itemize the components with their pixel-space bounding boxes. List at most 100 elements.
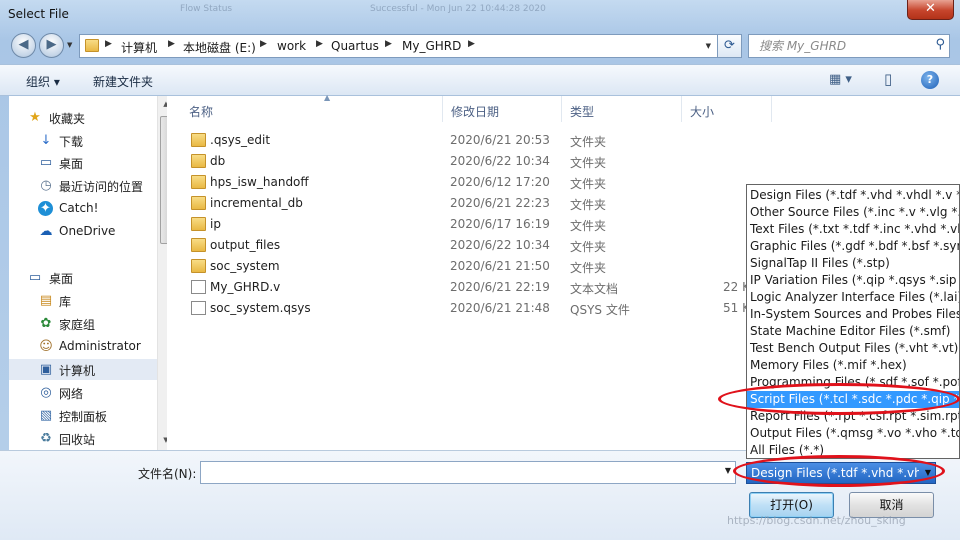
desktop-icon: ▭ — [39, 155, 53, 170]
watermark: https://blog.csdn.net/zhou_sking — [727, 514, 906, 527]
file-name: .qsys_edit — [210, 133, 271, 147]
column-header-type[interactable]: 类型 — [562, 96, 682, 122]
file-date: 2020/6/21 20:53 — [450, 133, 550, 147]
sidebar-item-label: 桌面 — [59, 157, 84, 171]
column-header-name[interactable]: 名称 ▲ — [181, 93, 443, 122]
library-icon: ▤ — [39, 293, 53, 308]
refresh-icon: ⟳ — [724, 38, 735, 53]
file-row[interactable]: db 2020/6/22 10:34 文件夹 — [181, 151, 941, 172]
file-date: 2020/6/21 22:19 — [450, 280, 550, 294]
filter-option[interactable]: Graphic Files (*.gdf *.bdf *.bsf *.sym) — [747, 238, 959, 255]
file-name: My_GHRD.v — [210, 280, 281, 294]
sidebar-item-onedrive[interactable]: ☁ OneDrive — [9, 221, 157, 242]
search-box[interactable]: ⚲ — [748, 34, 950, 58]
forward-button[interactable]: ▶ — [39, 33, 64, 58]
sidebar-item-label: OneDrive — [59, 224, 116, 238]
chevron-down-icon[interactable]: ▼ — [925, 468, 931, 477]
breadcrumb-separator-icon[interactable]: ▶ — [385, 39, 392, 49]
refresh-button[interactable]: ⟳ — [718, 34, 742, 58]
sidebar-item-favorites[interactable]: ★ 收藏夹 — [9, 107, 157, 128]
breadcrumb-separator-icon[interactable]: ▶ — [168, 39, 175, 49]
filter-option[interactable]: State Machine Editor Files (*.smf) — [747, 323, 959, 340]
filename-input[interactable] — [201, 462, 724, 483]
breadcrumb-quartus[interactable]: Quartus — [331, 39, 379, 53]
breadcrumb-separator-icon[interactable]: ▶ — [105, 39, 112, 49]
column-header-label: 类型 — [570, 105, 595, 119]
close-button[interactable]: ✕ — [907, 0, 954, 20]
sidebar-item-catch[interactable]: ✦ Catch! — [9, 198, 157, 219]
file-type-filter-value: Design Files (*.tdf *.vhd *.vhc — [751, 466, 919, 480]
filename-dropdown-icon[interactable]: ▼ — [725, 466, 731, 475]
file-name: incremental_db — [210, 196, 303, 210]
sidebar-item-recent-places[interactable]: ◷ 最近访问的位置 — [9, 175, 157, 196]
sidebar-item-label: Catch! — [59, 201, 99, 215]
filter-option[interactable]: Report Files (*.rpt *.csf.rpt *.sim.rpt … — [747, 408, 959, 425]
sidebar-item-libraries[interactable]: ▤ 库 — [9, 290, 157, 311]
ghost-text: Successful - Mon Jun 22 10:44:28 2020 — [370, 4, 546, 14]
filter-option[interactable]: Text Files (*.txt *.tdf *.inc *.vhd *.vh… — [747, 221, 959, 238]
new-folder-button[interactable]: 新建文件夹 — [93, 73, 153, 90]
column-header-label: 大小 — [690, 105, 715, 119]
folder-icon — [191, 259, 206, 273]
sidebar-item-desktop[interactable]: ▭ 桌面 — [9, 152, 157, 173]
search-icon[interactable]: ⚲ — [935, 37, 945, 52]
sidebar-item-label: Administrator — [59, 339, 141, 353]
star-icon: ★ — [29, 110, 41, 125]
sidebar-item-label: 控制面板 — [59, 410, 108, 424]
sidebar-item-computer[interactable]: ▣ 计算机 — [9, 359, 157, 380]
filter-option[interactable]: Test Bench Output Files (*.vht *.vt) — [747, 340, 959, 357]
file-type-filter-select[interactable]: Design Files (*.tdf *.vhd *.vhc ▼ — [746, 462, 936, 484]
filter-option[interactable]: Other Source Files (*.inc *.v *.vlg *.vh — [747, 204, 959, 221]
address-bar[interactable]: ▶ 计算机 ▶ 本地磁盘 (E:) ▶ work ▶ Quartus ▶ My_… — [79, 34, 718, 58]
back-button[interactable]: ◀ — [11, 33, 36, 58]
preview-pane-icon[interactable]: ▯ — [884, 70, 892, 88]
file-date: 2020/6/21 22:23 — [450, 196, 550, 210]
recent-pages-chevron-icon[interactable]: ▼ — [67, 41, 72, 49]
close-icon: ✕ — [925, 1, 936, 16]
filter-option[interactable]: Design Files (*.tdf *.vhd *.vhdl *.v *.v… — [747, 187, 959, 204]
sidebar-item-administrator[interactable]: ☺ Administrator — [9, 336, 157, 357]
address-history-dropdown-icon[interactable]: ▼ — [706, 42, 711, 50]
file-date: 2020/6/17 16:19 — [450, 217, 550, 231]
breadcrumb-separator-icon[interactable]: ▶ — [316, 39, 323, 49]
filter-option[interactable]: Memory Files (*.mif *.hex) — [747, 357, 959, 374]
help-icon[interactable]: ? — [921, 71, 939, 89]
sidebar-item-control-panel[interactable]: ▧ 控制面板 — [9, 405, 157, 426]
sidebar-item-recycle-bin[interactable]: ♻ 回收站 — [9, 428, 157, 449]
sidebar-item-homegroup[interactable]: ✿ 家庭组 — [9, 313, 157, 334]
sidebar-item-label: 网络 — [59, 387, 84, 401]
filter-option[interactable]: In-System Sources and Probes Files — [747, 306, 959, 323]
sidebar-item-network[interactable]: ◎ 网络 — [9, 382, 157, 403]
breadcrumb-work[interactable]: work — [277, 39, 306, 53]
filter-option-highlighted[interactable]: Script Files (*.tcl *.sdc *.pdc *.qip *. — [747, 391, 959, 408]
filter-option[interactable]: All Files (*.*) — [747, 442, 959, 458]
filename-combobox[interactable]: ▼ — [200, 461, 736, 484]
filter-option[interactable]: Programming Files (*.sdf *.sof *.pof — [747, 374, 959, 391]
breadcrumb-computer[interactable]: 计算机 — [121, 39, 157, 56]
file-type: 文本文档 — [570, 282, 619, 296]
file-name: db — [210, 154, 226, 168]
filter-option[interactable]: SignalTap II Files (*.stp) — [747, 255, 959, 272]
organize-button[interactable]: 组织 ▾ — [26, 73, 60, 90]
search-input[interactable] — [749, 35, 935, 57]
filter-option[interactable]: Output Files (*.qmsg *.vo *.vho *.tdo — [747, 425, 959, 442]
file-row[interactable]: .qsys_edit 2020/6/21 20:53 文件夹 — [181, 130, 941, 151]
breadcrumb-separator-icon[interactable]: ▶ — [260, 39, 267, 49]
breadcrumb-separator-icon[interactable]: ▶ — [468, 39, 475, 49]
breadcrumb-my-ghrd[interactable]: My_GHRD — [402, 39, 461, 53]
file-type: 文件夹 — [570, 240, 607, 254]
sidebar-item-downloads[interactable]: ↓ 下载 — [9, 130, 157, 151]
filter-option[interactable]: Logic Analyzer Interface Files (*.lai) — [747, 289, 959, 306]
file-name: soc_system — [210, 259, 280, 273]
sidebar-item-desktop-root[interactable]: ▭ 桌面 — [9, 267, 157, 288]
column-header-date[interactable]: 修改日期 — [443, 96, 562, 122]
sidebar-item-label: 桌面 — [49, 272, 74, 286]
filter-option[interactable]: IP Variation Files (*.qip *.qsys *.sip *… — [747, 272, 959, 289]
breadcrumb-drive-e[interactable]: 本地磁盘 (E:) — [183, 39, 256, 56]
column-header-size[interactable]: 大小 — [682, 96, 772, 122]
select-file-dialog: Select File Flow Status Successful - Mon… — [0, 0, 960, 540]
view-options-icon[interactable]: ▦ ▾ — [829, 72, 852, 87]
back-arrow-icon: ◀ — [18, 37, 29, 52]
file-date: 2020/6/22 10:34 — [450, 238, 550, 252]
file-name: output_files — [210, 238, 281, 252]
